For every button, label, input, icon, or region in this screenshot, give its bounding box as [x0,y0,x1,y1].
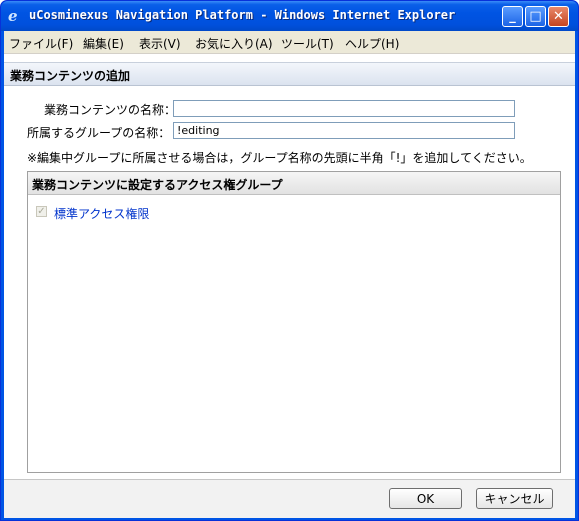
browser-window: e uCosminexus Navigation Platform - Wind… [0,0,579,521]
dialog-footer: OK キャンセル [4,479,575,518]
window-title: uCosminexus Navigation Platform - Window… [29,8,456,22]
access-group-panel: 業務コンテンツに設定するアクセス権グループ ✓ 標準アクセス権限 [27,171,561,473]
content-name-label: 業務コンテンツの名称： [44,103,177,117]
ie-icon: e [8,7,18,25]
menu-bar: ファイル(F) 編集(E) 表示(V) お気に入り(A) ツール(T) ヘルプ(… [4,31,575,54]
menu-file[interactable]: ファイル(F) [9,35,73,52]
dialog-title: 業務コンテンツの追加 [10,69,131,83]
group-name-label: 所属するグループの名称： [27,126,171,140]
title-bar[interactable]: e uCosminexus Navigation Platform - Wind… [1,1,578,31]
ok-button[interactable]: OK [389,488,462,509]
menu-edit[interactable]: 編集(E) [83,35,124,52]
menu-view[interactable]: 表示(V) [139,35,181,52]
group-note: ※編集中グループに所属させる場合は，グループ名称の先頭に半角「!」を追加してくだ… [27,151,532,165]
maximize-button[interactable]: □ [525,6,546,27]
access-item-label[interactable]: 標準アクセス権限 [54,205,149,222]
access-group-header: 業務コンテンツに設定するアクセス権グループ [28,172,560,195]
cancel-button[interactable]: キャンセル [476,488,553,509]
content-name-input[interactable] [173,100,515,117]
menu-tools[interactable]: ツール(T) [281,35,334,52]
close-button[interactable]: ✕ [548,6,569,27]
client-area: ファイル(F) 編集(E) 表示(V) お気に入り(A) ツール(T) ヘルプ(… [4,31,575,518]
menu-help[interactable]: ヘルプ(H) [345,35,399,52]
group-name-input[interactable] [173,122,515,139]
access-group-title: 業務コンテンツに設定するアクセス権グループ [32,178,283,192]
dialog-header: 業務コンテンツの追加 [4,62,575,86]
access-checkbox[interactable]: ✓ [36,206,47,217]
menu-favorites[interactable]: お気に入り(A) [195,35,273,52]
minimize-button[interactable]: _ [502,6,523,27]
